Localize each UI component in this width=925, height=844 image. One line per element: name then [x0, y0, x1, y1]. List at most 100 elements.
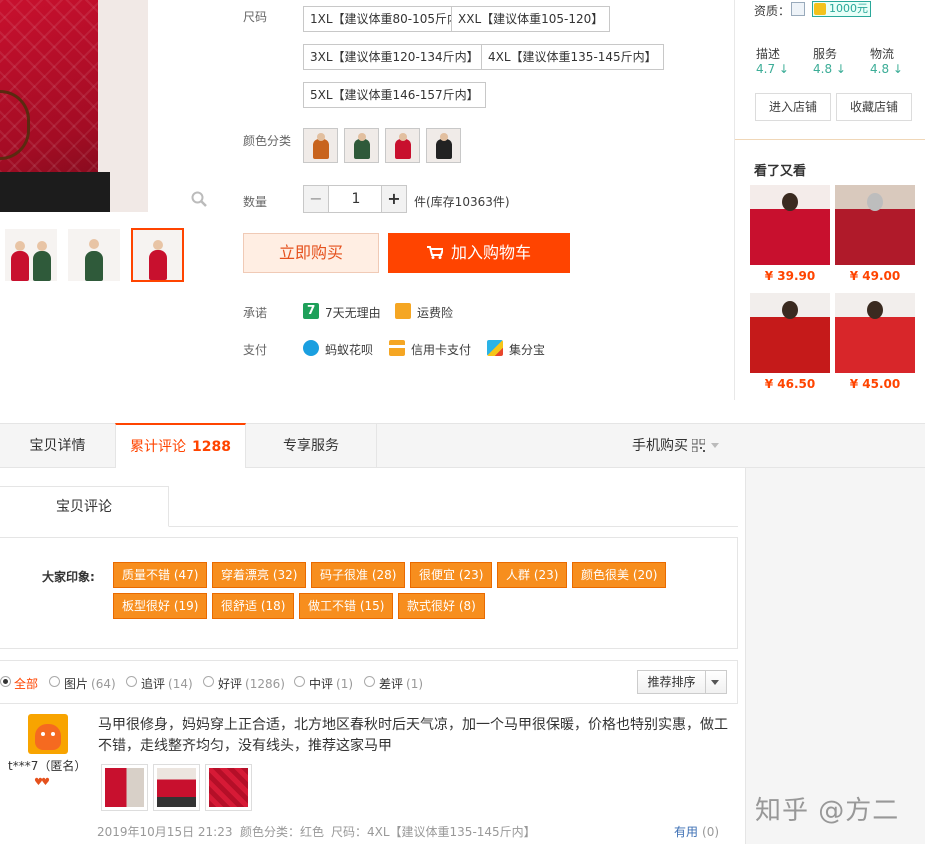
filter-positive[interactable]: 好评 (1286) — [218, 675, 285, 692]
seen-also-title: 看了又看 — [754, 164, 807, 179]
filter-all-radio[interactable] — [0, 676, 11, 687]
impression-tag[interactable]: 板型很好 (19) — [113, 593, 208, 619]
add-to-cart-button[interactable]: 加入购物车 — [388, 233, 570, 273]
product-thumbnail-active[interactable] — [131, 228, 184, 282]
score-service-value: 4.8 ↓ — [813, 62, 846, 76]
shipping-insurance-icon — [395, 303, 411, 319]
deposit-icon — [814, 3, 826, 15]
chevron-down-icon — [711, 680, 719, 685]
jifenbao-icon — [487, 340, 503, 356]
qualification-label: 资质： — [754, 4, 791, 18]
impression-tag[interactable]: 很舒适 (18) — [212, 593, 295, 619]
size-option-3xl[interactable]: 3XL【建议体重120-134斤内】 — [303, 44, 486, 70]
impression-tag[interactable]: 人群 (23) — [497, 562, 568, 588]
sort-label: 推荐排序 — [638, 671, 706, 693]
filter-images[interactable]: 图片 (64) — [64, 675, 116, 692]
deposit-badge[interactable]: 1000元 — [812, 1, 871, 17]
recommend-item-image[interactable] — [835, 185, 915, 265]
color-swatch-orange[interactable] — [303, 128, 338, 163]
impression-tag[interactable]: 做工不错 (15) — [299, 593, 394, 619]
recommend-item-image[interactable] — [750, 293, 830, 373]
review-photo[interactable] — [205, 764, 252, 811]
watermark: 知乎 @方二 — [755, 796, 900, 826]
color-label: 颜色分类 — [243, 134, 292, 148]
review-color: 颜色分类：红色 — [240, 825, 325, 839]
buy-now-button[interactable]: 立即购买 — [243, 233, 379, 273]
review-user-name: t***7（匿名） — [8, 759, 87, 773]
recommend-price[interactable]: ¥ 45.00 — [835, 377, 915, 391]
avatar — [28, 714, 68, 754]
filter-followup[interactable]: 追评 (14) — [141, 675, 193, 692]
chevron-down-icon — [711, 443, 719, 448]
detail-tab-bar: 宝贝详情 累计评论 1288 专享服务 手机购买 — [0, 423, 925, 468]
pay-label: 支付 — [243, 343, 268, 357]
review-size: 尺码：4XL【建议体重135-145斤内】 — [331, 825, 536, 839]
seven-day-return-icon: 7 — [303, 303, 319, 319]
review-photo[interactable] — [101, 764, 148, 811]
license-icon[interactable] — [791, 2, 805, 16]
size-option-5xl[interactable]: 5XL【建议体重146-157斤内】 — [303, 82, 486, 108]
product-thumbnail[interactable] — [5, 229, 57, 281]
size-option-xxl[interactable]: XXL【建议体重105-120】 — [451, 6, 611, 32]
phone-buy-link[interactable]: 手机购买 — [632, 424, 719, 468]
quantity-stepper: − + — [303, 185, 407, 213]
score-logistics-label: 物流 — [870, 47, 895, 61]
pay-jifenbao[interactable]: 集分宝 — [509, 341, 545, 358]
color-swatch-green[interactable] — [344, 128, 379, 163]
filter-neutral[interactable]: 中评 (1) — [309, 675, 353, 692]
recommend-price[interactable]: ¥ 46.50 — [750, 377, 830, 391]
filter-positive-radio[interactable] — [203, 676, 214, 687]
filter-all[interactable]: 全部 — [14, 675, 38, 692]
score-logistics-value: 4.8 ↓ — [870, 62, 903, 76]
color-swatch-black[interactable] — [426, 128, 461, 163]
product-main-image — [0, 0, 148, 212]
filter-followup-radio[interactable] — [126, 676, 137, 687]
filter-neutral-radio[interactable] — [294, 676, 305, 687]
tab-service[interactable]: 专享服务 — [246, 424, 376, 468]
stock-text: 件(库存10363件) — [414, 195, 510, 209]
pay-huabei[interactable]: 蚂蚁花呗 — [325, 341, 373, 358]
enter-shop-button[interactable]: 进入店铺 — [755, 93, 831, 121]
quantity-input[interactable] — [330, 186, 382, 212]
sort-dropdown[interactable]: 推荐排序 — [637, 670, 727, 694]
impression-tag[interactable]: 码子很准 (28) — [311, 562, 406, 588]
add-to-cart-label: 加入购物车 — [450, 243, 531, 262]
size-label: 尺码 — [243, 10, 268, 24]
review-text: 马甲很修身，妈妈穿上正合适，北方地区春秋时后天气凉，加一个马甲很保暖，价格也特别… — [98, 717, 728, 754]
impression-tag[interactable]: 质量不错 (47) — [113, 562, 208, 588]
filter-negative-radio[interactable] — [364, 676, 375, 687]
impression-tag[interactable]: 款式很好 (8) — [398, 593, 485, 619]
cart-icon — [426, 246, 443, 259]
score-desc-value: 4.7 ↓ — [756, 62, 789, 76]
huabei-icon — [303, 340, 319, 356]
recommend-price[interactable]: ¥ 39.90 — [750, 269, 830, 283]
color-swatch-red[interactable] — [385, 128, 420, 163]
impression-tag[interactable]: 穿着漂亮 (32) — [212, 562, 307, 588]
recommend-item-image[interactable] — [750, 185, 830, 265]
tab-product-reviews[interactable]: 宝贝评论 — [0, 486, 169, 527]
review-photo[interactable] — [153, 764, 200, 811]
promise-shipping-insurance[interactable]: 运费险 — [417, 304, 453, 321]
quantity-label: 数量 — [243, 195, 268, 209]
user-level-hearts-icon: ♥♥ — [34, 777, 50, 788]
score-desc-label: 描述 — [756, 47, 781, 61]
quantity-decrease-button[interactable]: − — [304, 186, 329, 212]
filter-negative[interactable]: 差评 (1) — [379, 675, 423, 692]
reviews-count: 1288 — [192, 439, 231, 455]
impression-tag[interactable]: 颜色很美 (20) — [572, 562, 667, 588]
quantity-increase-button[interactable]: + — [381, 186, 406, 212]
promise-seven-day[interactable]: 7天无理由 — [325, 304, 381, 321]
zoom-icon[interactable] — [191, 191, 207, 207]
product-thumbnail[interactable] — [68, 229, 120, 281]
recommend-item-image[interactable] — [835, 293, 915, 373]
impressions-label: 大家印象: — [42, 570, 95, 584]
favorite-shop-button[interactable]: 收藏店铺 — [836, 93, 912, 121]
size-option-4xl[interactable]: 4XL【建议体重135-145斤内】 — [481, 44, 664, 70]
tab-reviews[interactable]: 累计评论 1288 — [115, 423, 246, 468]
impression-tag[interactable]: 很便宜 (23) — [410, 562, 493, 588]
recommend-price[interactable]: ¥ 49.00 — [835, 269, 915, 283]
tab-detail[interactable]: 宝贝详情 — [0, 424, 115, 468]
pay-credit-card[interactable]: 信用卡支付 — [411, 341, 471, 358]
useful-button[interactable]: 有用 (0) — [674, 823, 719, 840]
filter-images-radio[interactable] — [49, 676, 60, 687]
